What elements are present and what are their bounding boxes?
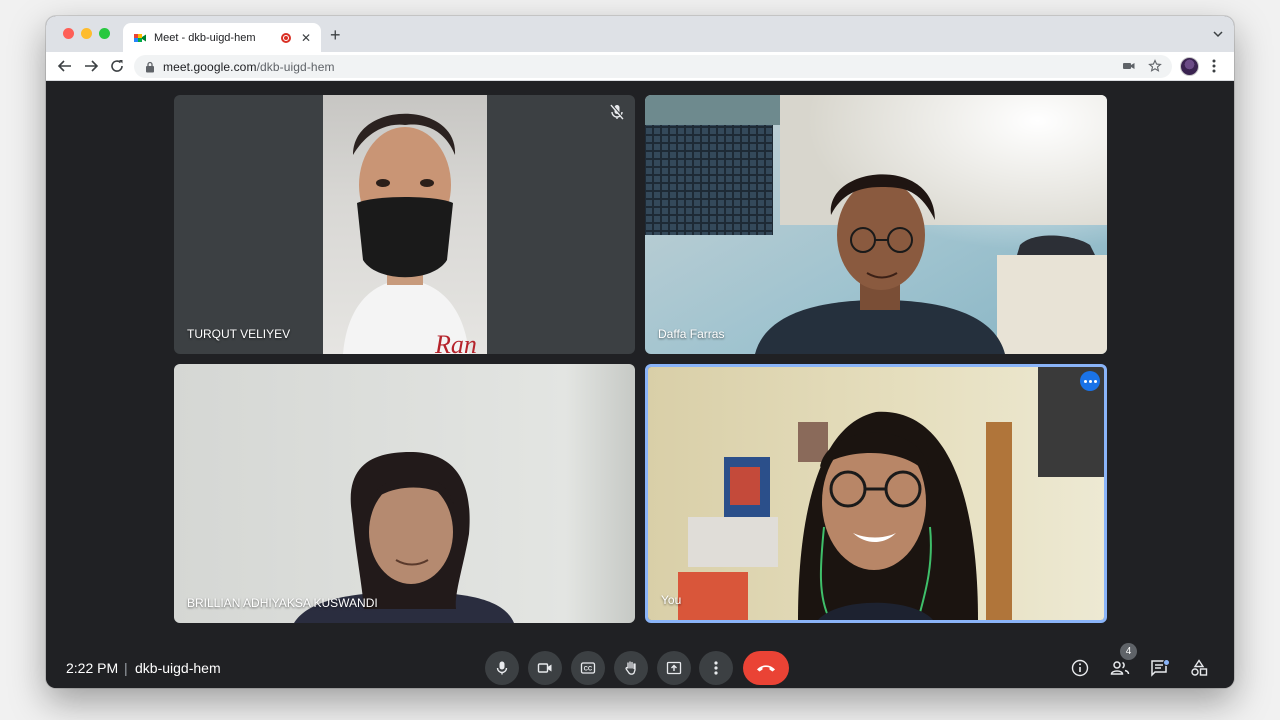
participant-name: TURQUT VELIYEV [187, 327, 291, 341]
participant-tile[interactable]: Ran TURQUT VELIYEV [174, 95, 635, 354]
camera-in-use-icon[interactable] [1122, 59, 1136, 73]
participant-tile[interactable]: BRILLIAN ADHIYAKSA KUSWANDI [174, 364, 635, 623]
end-call-icon [757, 665, 775, 672]
address-bar-actions [1122, 59, 1162, 73]
camera-toggle-button[interactable] [528, 651, 562, 685]
url-host: meet.google.com [163, 59, 257, 74]
activities-button[interactable] [1188, 657, 1210, 679]
current-time: 2:22 PM [66, 660, 119, 676]
tile-more-options-button[interactable] [1080, 371, 1100, 391]
call-controls-bar: 2:22 PM | dkb-uigd-hem CC 4 [46, 629, 1234, 688]
participant-video-image [648, 367, 1104, 620]
lock-icon [146, 61, 154, 72]
reload-icon[interactable] [108, 57, 126, 75]
maximize-window-button[interactable] [99, 28, 110, 39]
present-icon [666, 661, 682, 675]
camera-icon [537, 663, 552, 673]
browser-window: Meet - dkb-uigd-hem ✕ + meet.google.com/… [46, 16, 1234, 688]
raise-hand-icon [625, 661, 636, 675]
meeting-details-button[interactable] [1069, 657, 1091, 679]
recording-indicator-icon [281, 32, 291, 43]
muted-microphone-icon [610, 103, 625, 120]
captions-button[interactable]: CC [571, 651, 605, 685]
activities-icon [1191, 659, 1208, 676]
meet-stage: Ran TURQUT VELIYEV Daffa Farras BRILLIAN… [46, 81, 1234, 688]
tab-close-icon[interactable]: ✕ [299, 31, 313, 45]
forward-arrow-icon[interactable] [82, 57, 100, 75]
info-icon [1071, 659, 1089, 677]
raise-hand-button[interactable] [614, 651, 648, 685]
url-text: meet.google.com/dkb-uigd-hem [163, 60, 335, 74]
participant-video-image [174, 364, 635, 623]
meeting-code: dkb-uigd-hem [135, 660, 221, 676]
participant-video: Ran [323, 95, 487, 354]
tab-strip: Meet - dkb-uigd-hem ✕ + [46, 16, 1234, 52]
participant-name: Daffa Farras [658, 327, 725, 341]
meet-favicon-icon [134, 33, 146, 42]
microphone-toggle-button[interactable] [485, 651, 519, 685]
more-options-icon [714, 661, 718, 675]
tab-title: Meet - dkb-uigd-hem [154, 31, 256, 44]
address-bar[interactable]: meet.google.com/dkb-uigd-hem [134, 55, 1172, 78]
svg-text:Ran: Ran [434, 330, 477, 354]
participant-name-self: You [661, 593, 682, 607]
browser-menu-icon[interactable] [1211, 58, 1217, 74]
more-options-button[interactable] [699, 651, 733, 685]
microphone-icon [496, 661, 508, 675]
chat-notification-dot [1163, 659, 1170, 666]
close-window-button[interactable] [63, 28, 74, 39]
end-call-button[interactable] [743, 651, 789, 685]
present-screen-button[interactable] [657, 651, 691, 685]
new-tab-icon[interactable]: + [330, 26, 341, 44]
browser-tab-meet[interactable]: Meet - dkb-uigd-hem ✕ [123, 23, 321, 52]
bookmark-star-icon[interactable] [1148, 59, 1162, 73]
participant-tile[interactable]: Daffa Farras [645, 95, 1107, 354]
time-separator: | [124, 660, 128, 676]
browser-toolbar: meet.google.com/dkb-uigd-hem [46, 52, 1234, 81]
captions-icon: CC [580, 662, 596, 674]
participant-tile-self[interactable]: You [645, 364, 1107, 623]
url-path: /dkb-uigd-hem [256, 59, 335, 74]
participant-video-image [645, 95, 1107, 354]
svg-text:CC: CC [584, 667, 593, 673]
people-icon [1110, 661, 1130, 675]
people-button[interactable] [1109, 657, 1131, 679]
participant-name: BRILLIAN ADHIYAKSA KUSWANDI [187, 596, 378, 610]
minimize-window-button[interactable] [81, 28, 92, 39]
profile-avatar[interactable] [1180, 57, 1199, 76]
back-arrow-icon[interactable] [56, 57, 74, 75]
participant-video-image: Ran [343, 113, 477, 354]
tab-search-chevron-icon[interactable] [1212, 28, 1224, 40]
